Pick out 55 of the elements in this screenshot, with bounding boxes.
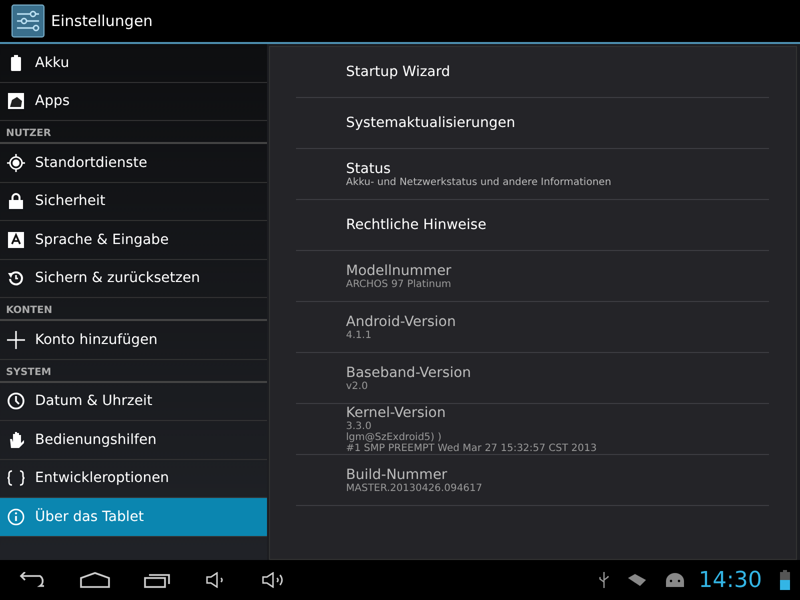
sd-card-icon [626, 574, 647, 586]
row-title: Rechtliche Hinweise [346, 217, 488, 233]
hand-icon [7, 430, 25, 449]
lock-icon [9, 193, 23, 210]
braces-icon [7, 470, 25, 486]
sidebar-item[interactable]: Sprache & Eingabe [0, 221, 267, 260]
sidebar-item[interactable]: Sichern & zurücksetzen [0, 260, 267, 298]
back-icon[interactable] [18, 572, 46, 588]
settings-row[interactable]: Startup Wizard [296, 47, 769, 98]
sidebar-item[interactable]: Apps [0, 82, 267, 121]
row-title: Kernel-Version [346, 404, 447, 420]
row-title: Startup Wizard [346, 64, 452, 80]
row-summary: 3.3.0 [346, 420, 372, 432]
android-icon [664, 573, 685, 587]
language-icon [8, 232, 24, 248]
battery-icon [11, 54, 21, 71]
row-title: Status [346, 160, 392, 176]
row-summary: ARCHOS 97 Platinum [346, 278, 452, 290]
restore-icon [7, 269, 25, 288]
sidebar-item[interactable]: Standortdienste [0, 144, 267, 182]
clock-text: 14:30 [698, 568, 762, 592]
location-icon [7, 154, 25, 172]
row-summary: v2.0 [346, 380, 369, 392]
usb-icon [598, 572, 609, 588]
settings-row[interactable]: Systemaktualisierungen [296, 98, 769, 149]
app-title: Einstellungen [51, 12, 153, 30]
row-title: Build-Nummer [346, 466, 448, 482]
row-title: Baseband-Version [346, 364, 472, 380]
row-summary: Akku- und Netzwerkstatus und andere Informationen [346, 176, 612, 188]
home-icon[interactable] [80, 572, 110, 588]
section-header: KONTEN [0, 298, 267, 321]
section-header: NUTZER [0, 121, 267, 144]
settings-row[interactable]: Status Akku- und Netzwerkstatus und andere Informationen [296, 149, 769, 200]
row-summary: MASTER.20130426.094617 [346, 482, 484, 494]
battery-icon [780, 570, 790, 590]
sidebar-item[interactable]: Datum & Uhrzeit [0, 382, 267, 421]
sidebar-item[interactable]: Sicherheit [0, 182, 267, 221]
sidebar-item[interactable]: Über das Tablet [0, 498, 267, 536]
row-title: Android-Version [346, 314, 457, 330]
row-title: Systemaktualisierungen [346, 115, 516, 131]
sidebar-item[interactable]: Konto hinzufügen [0, 321, 267, 360]
plus-icon [7, 330, 25, 349]
sidebar-item[interactable]: Bedienungshilfen [0, 421, 267, 460]
apps-icon [8, 93, 24, 110]
info-icon [7, 508, 25, 526]
clock-icon [7, 392, 25, 410]
row-summary: 4.1.1 [346, 330, 372, 340]
recent-apps-icon[interactable] [144, 572, 172, 588]
row-summary: #1 SMP PREEMPT Wed Mar 27 15:32:57 CST 2013 [346, 442, 598, 454]
section-header: SYSTEM [0, 360, 267, 382]
sidebar-item[interactable]: Akku [0, 44, 267, 82]
row-title: Modellnummer [346, 262, 452, 278]
settings-sliders-icon[interactable] [11, 4, 45, 38]
row-summary: lgm@SzExdroid5) ) [346, 432, 443, 442]
settings-row[interactable]: Rechtliche Hinweise [296, 200, 769, 251]
